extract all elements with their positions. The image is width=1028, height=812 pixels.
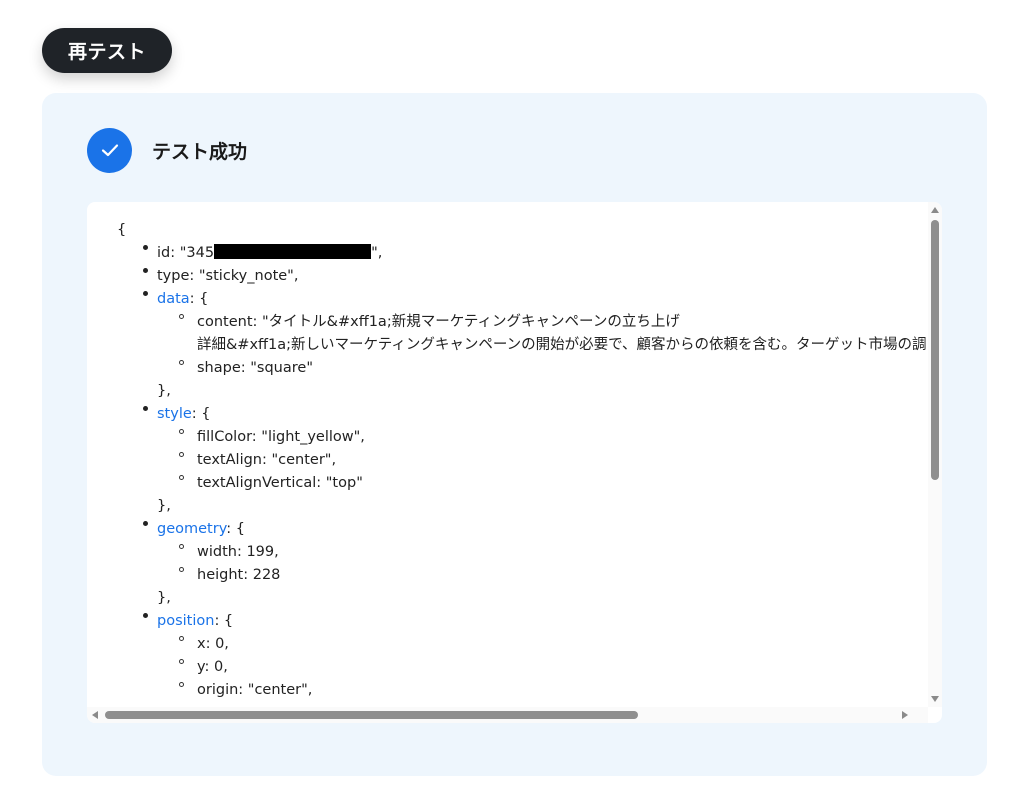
style-line: style: { (157, 406, 211, 422)
sub-bullet (179, 475, 184, 480)
redacted-block (214, 244, 372, 259)
fill-color-line: fillColor: "light_yellow", (197, 429, 365, 445)
sub-bullet (179, 659, 184, 664)
status-row: テスト成功 (87, 127, 247, 173)
sub-bullet (179, 429, 184, 434)
json-output-content: { id: "345 ", type: "sticky_note", data: … (87, 202, 928, 707)
type-line: type: "sticky_note", (157, 268, 299, 284)
y-line: y: 0, (197, 659, 228, 675)
sub-bullet (179, 682, 184, 687)
data-line: data: { (157, 291, 209, 307)
vertical-scroll-thumb[interactable] (931, 220, 939, 480)
sub-bullet (179, 567, 184, 572)
vertical-scrollbar[interactable] (928, 202, 942, 707)
height-line: height: 228 (197, 567, 281, 583)
status-text: テスト成功 (152, 140, 248, 163)
sub-bullet (179, 360, 184, 365)
close-geometry: }, (157, 590, 171, 606)
origin-line: origin: "center", (197, 682, 313, 698)
scroll-down-arrow-icon[interactable] (931, 696, 939, 702)
bullet (143, 245, 148, 250)
content-line-1: content: "タイトル&#xff1a;新規マーケティングキャンペーンの立ち… (197, 314, 680, 330)
position-key: position (157, 613, 215, 629)
geometry-key: geometry (157, 521, 227, 537)
retest-button[interactable]: 再テスト (42, 28, 172, 73)
scroll-right-arrow-icon[interactable] (902, 711, 908, 719)
scroll-up-arrow-icon[interactable] (931, 207, 939, 213)
shape-line: shape: "square" (197, 360, 313, 376)
sub-bullet (179, 314, 184, 319)
sub-bullet (179, 544, 184, 549)
id-line: id: "345 ", (157, 244, 383, 261)
close-data: }, (157, 383, 171, 399)
data-key: data (157, 291, 190, 307)
bullet (143, 406, 148, 411)
width-line: width: 199, (197, 544, 279, 560)
content-line-2: 詳細&#xff1a;新しいマーケティングキャンペーンの開始が必要で、顧客からの依… (197, 337, 927, 353)
text-align-line: textAlign: "center", (197, 452, 337, 468)
bullet (143, 268, 148, 273)
text-align-vertical-line: textAlignVertical: "top" (197, 475, 363, 491)
position-line: position: { (157, 613, 234, 629)
bullet (143, 613, 148, 618)
scroll-left-arrow-icon[interactable] (92, 711, 98, 719)
checkmark-icon (87, 127, 132, 173)
horizontal-scrollbar[interactable] (87, 707, 928, 723)
sub-bullet (179, 636, 184, 641)
test-result-panel: テスト成功 { id: "345 ", type: "sticky_note", … (42, 93, 987, 776)
json-output-box[interactable]: { id: "345 ", type: "sticky_note", data: … (87, 202, 942, 723)
close-style: }, (157, 498, 171, 514)
horizontal-scroll-thumb[interactable] (105, 711, 638, 719)
open-brace: { (117, 222, 127, 238)
bullet (143, 291, 148, 296)
style-key: style (157, 406, 192, 422)
geometry-line: geometry: { (157, 521, 245, 537)
x-line: x: 0, (197, 636, 229, 652)
bullet (143, 521, 148, 526)
sub-bullet (179, 452, 184, 457)
